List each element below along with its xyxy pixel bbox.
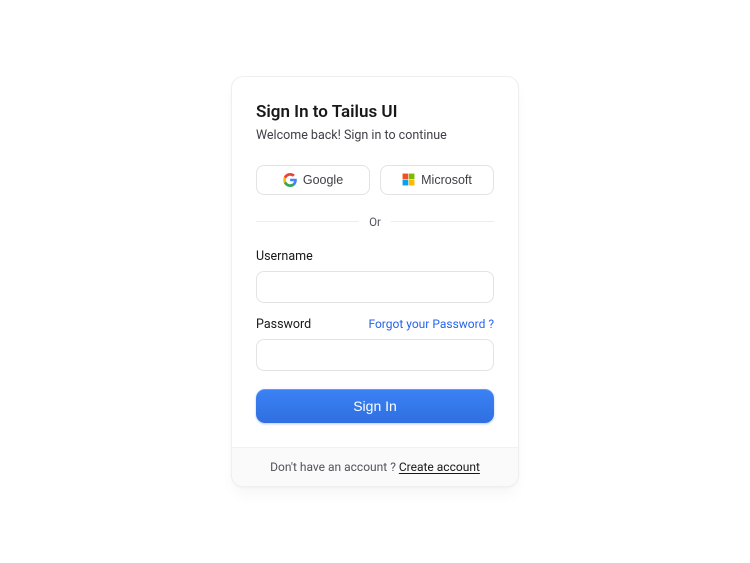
microsoft-icon xyxy=(402,173,415,186)
page-subtitle: Welcome back! Sign in to continue xyxy=(256,127,494,145)
password-label-row: Password Forgot your Password ? xyxy=(256,317,494,332)
google-oauth-label: Google xyxy=(303,173,343,187)
divider-label: Or xyxy=(369,215,381,229)
forgot-password-link[interactable]: Forgot your Password ? xyxy=(368,317,494,331)
divider-row: Or xyxy=(256,215,494,229)
password-input[interactable] xyxy=(256,339,494,371)
microsoft-oauth-label: Microsoft xyxy=(421,173,472,187)
signup-prompt-text: Don't have an account ? xyxy=(270,460,399,474)
password-field: Password Forgot your Password ? xyxy=(256,317,494,371)
create-account-link[interactable]: Create account xyxy=(399,460,480,474)
username-input[interactable] xyxy=(256,271,494,303)
signin-card: Sign In to Tailus UI Welcome back! Sign … xyxy=(231,76,519,487)
divider-line-left xyxy=(256,221,359,222)
oauth-buttons-row: Google Microsoft xyxy=(256,165,494,195)
signin-button[interactable]: Sign In xyxy=(256,389,494,423)
signup-prompt: Don't have an account ? Create account xyxy=(244,460,506,474)
page-title: Sign In to Tailus UI xyxy=(256,101,494,123)
username-field: Username xyxy=(256,249,494,303)
microsoft-oauth-button[interactable]: Microsoft xyxy=(380,165,494,195)
divider-line-right xyxy=(391,221,494,222)
username-label: Username xyxy=(256,249,313,264)
card-footer: Don't have an account ? Create account xyxy=(232,447,518,486)
google-icon xyxy=(283,173,297,187)
card-body: Sign In to Tailus UI Welcome back! Sign … xyxy=(232,77,518,447)
username-label-row: Username xyxy=(256,249,494,264)
page: Sign In to Tailus UI Welcome back! Sign … xyxy=(0,0,750,563)
password-label: Password xyxy=(256,317,311,332)
google-oauth-button[interactable]: Google xyxy=(256,165,370,195)
